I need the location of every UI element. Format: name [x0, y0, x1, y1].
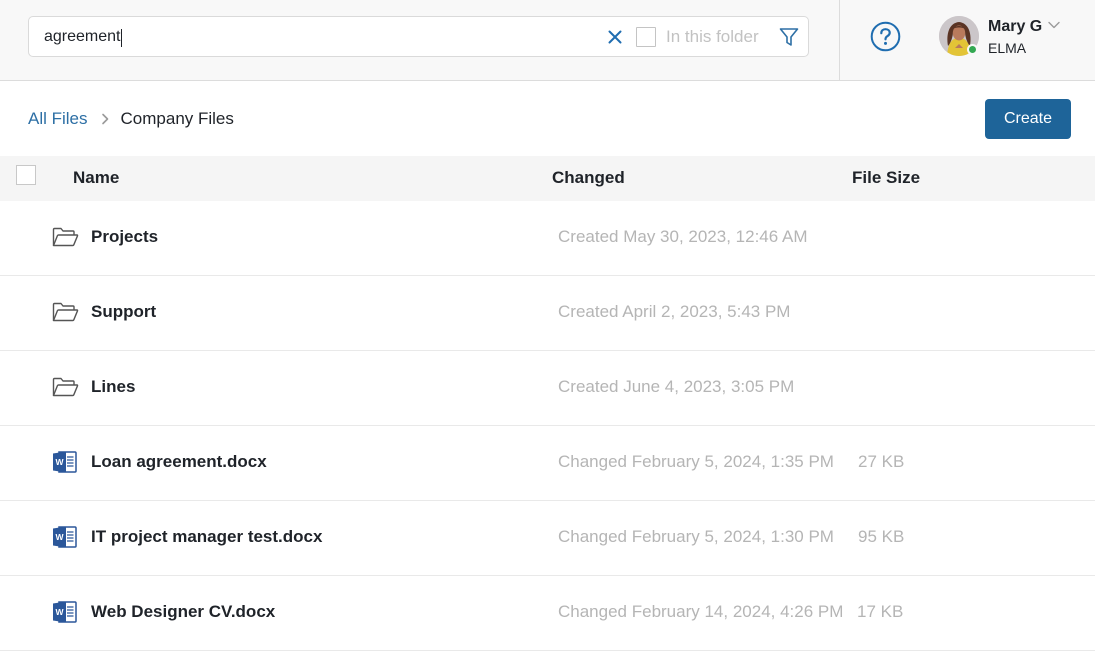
folder-icon — [52, 225, 79, 249]
folder-icon — [52, 300, 79, 324]
user-menu-toggle[interactable] — [1047, 18, 1061, 32]
table-row[interactable]: W Loan agreement.docx Changed February 5… — [0, 426, 1095, 501]
folder-icon — [52, 375, 79, 399]
file-name[interactable]: Projects — [91, 226, 158, 248]
svg-text:W: W — [55, 607, 64, 617]
create-button[interactable]: Create — [985, 99, 1071, 139]
svg-text:W: W — [55, 457, 64, 467]
table-row[interactable]: W Web Designer CV.docx Changed February … — [0, 576, 1095, 651]
file-name[interactable]: IT project manager test.docx — [91, 526, 322, 548]
table-header: Name Changed File Size — [0, 156, 1095, 201]
file-size: 27 KB — [858, 452, 905, 471]
file-size: 95 KB — [858, 527, 905, 546]
help-icon — [870, 21, 901, 52]
file-name[interactable]: Loan agreement.docx — [91, 451, 267, 473]
table-row[interactable]: Support Created April 2, 2023, 5:43 PM — [0, 276, 1095, 351]
top-bar: In this folder Mary G ELMA — [0, 0, 1095, 81]
in-this-folder-checkbox[interactable] — [636, 27, 656, 47]
file-changed-date: Created May 30, 2023, 12:46 AM — [558, 227, 808, 246]
column-header-changed[interactable]: Changed — [552, 168, 625, 188]
text-caret — [121, 29, 123, 47]
header-divider — [839, 0, 840, 81]
file-changed-date: Created April 2, 2023, 5:43 PM — [558, 302, 791, 321]
file-size: 17 KB — [857, 602, 904, 621]
column-header-name[interactable]: Name — [73, 168, 119, 188]
breadcrumb-all-files[interactable]: All Files — [28, 109, 88, 129]
file-name[interactable]: Lines — [91, 376, 135, 398]
help-button[interactable] — [870, 21, 901, 52]
user-organization: ELMA — [988, 40, 1027, 56]
file-changed-date: Changed February 5, 2024, 1:35 PM — [558, 452, 834, 471]
table-row[interactable]: Lines Created June 4, 2023, 3:05 PM — [0, 351, 1095, 426]
word-doc-icon: W — [52, 450, 79, 474]
chevron-right-icon — [101, 113, 108, 125]
file-name[interactable]: Support — [91, 301, 156, 323]
svg-text:W: W — [55, 532, 64, 542]
table-row[interactable]: Projects Created May 30, 2023, 12:46 AM — [0, 201, 1095, 276]
word-doc-icon: W — [52, 600, 79, 624]
online-status-indicator — [967, 44, 978, 55]
file-name[interactable]: Web Designer CV.docx — [91, 601, 275, 623]
column-header-file-size[interactable]: File Size — [852, 168, 920, 188]
select-all-checkbox[interactable] — [16, 165, 36, 185]
close-icon — [608, 30, 622, 44]
file-changed-date: Changed February 14, 2024, 4:26 PM — [558, 602, 844, 621]
breadcrumb: All Files Company Files — [28, 108, 234, 130]
clear-search-button[interactable] — [606, 25, 624, 49]
search-input[interactable] — [44, 27, 604, 47]
filter-button[interactable] — [778, 26, 800, 48]
file-list: Projects Created May 30, 2023, 12:46 AM … — [0, 201, 1095, 651]
file-changed-date: Changed February 5, 2024, 1:30 PM — [558, 527, 834, 546]
in-this-folder-label: In this folder — [666, 27, 759, 46]
word-doc-icon: W — [52, 525, 79, 549]
breadcrumb-current: Company Files — [120, 109, 234, 128]
table-row[interactable]: W IT project manager test.docx Changed F… — [0, 501, 1095, 576]
search-box[interactable]: In this folder — [28, 16, 809, 57]
chevron-down-icon — [1048, 21, 1060, 29]
filter-icon — [779, 28, 799, 46]
user-name[interactable]: Mary G — [988, 17, 1042, 37]
file-changed-date: Created June 4, 2023, 3:05 PM — [558, 377, 795, 396]
